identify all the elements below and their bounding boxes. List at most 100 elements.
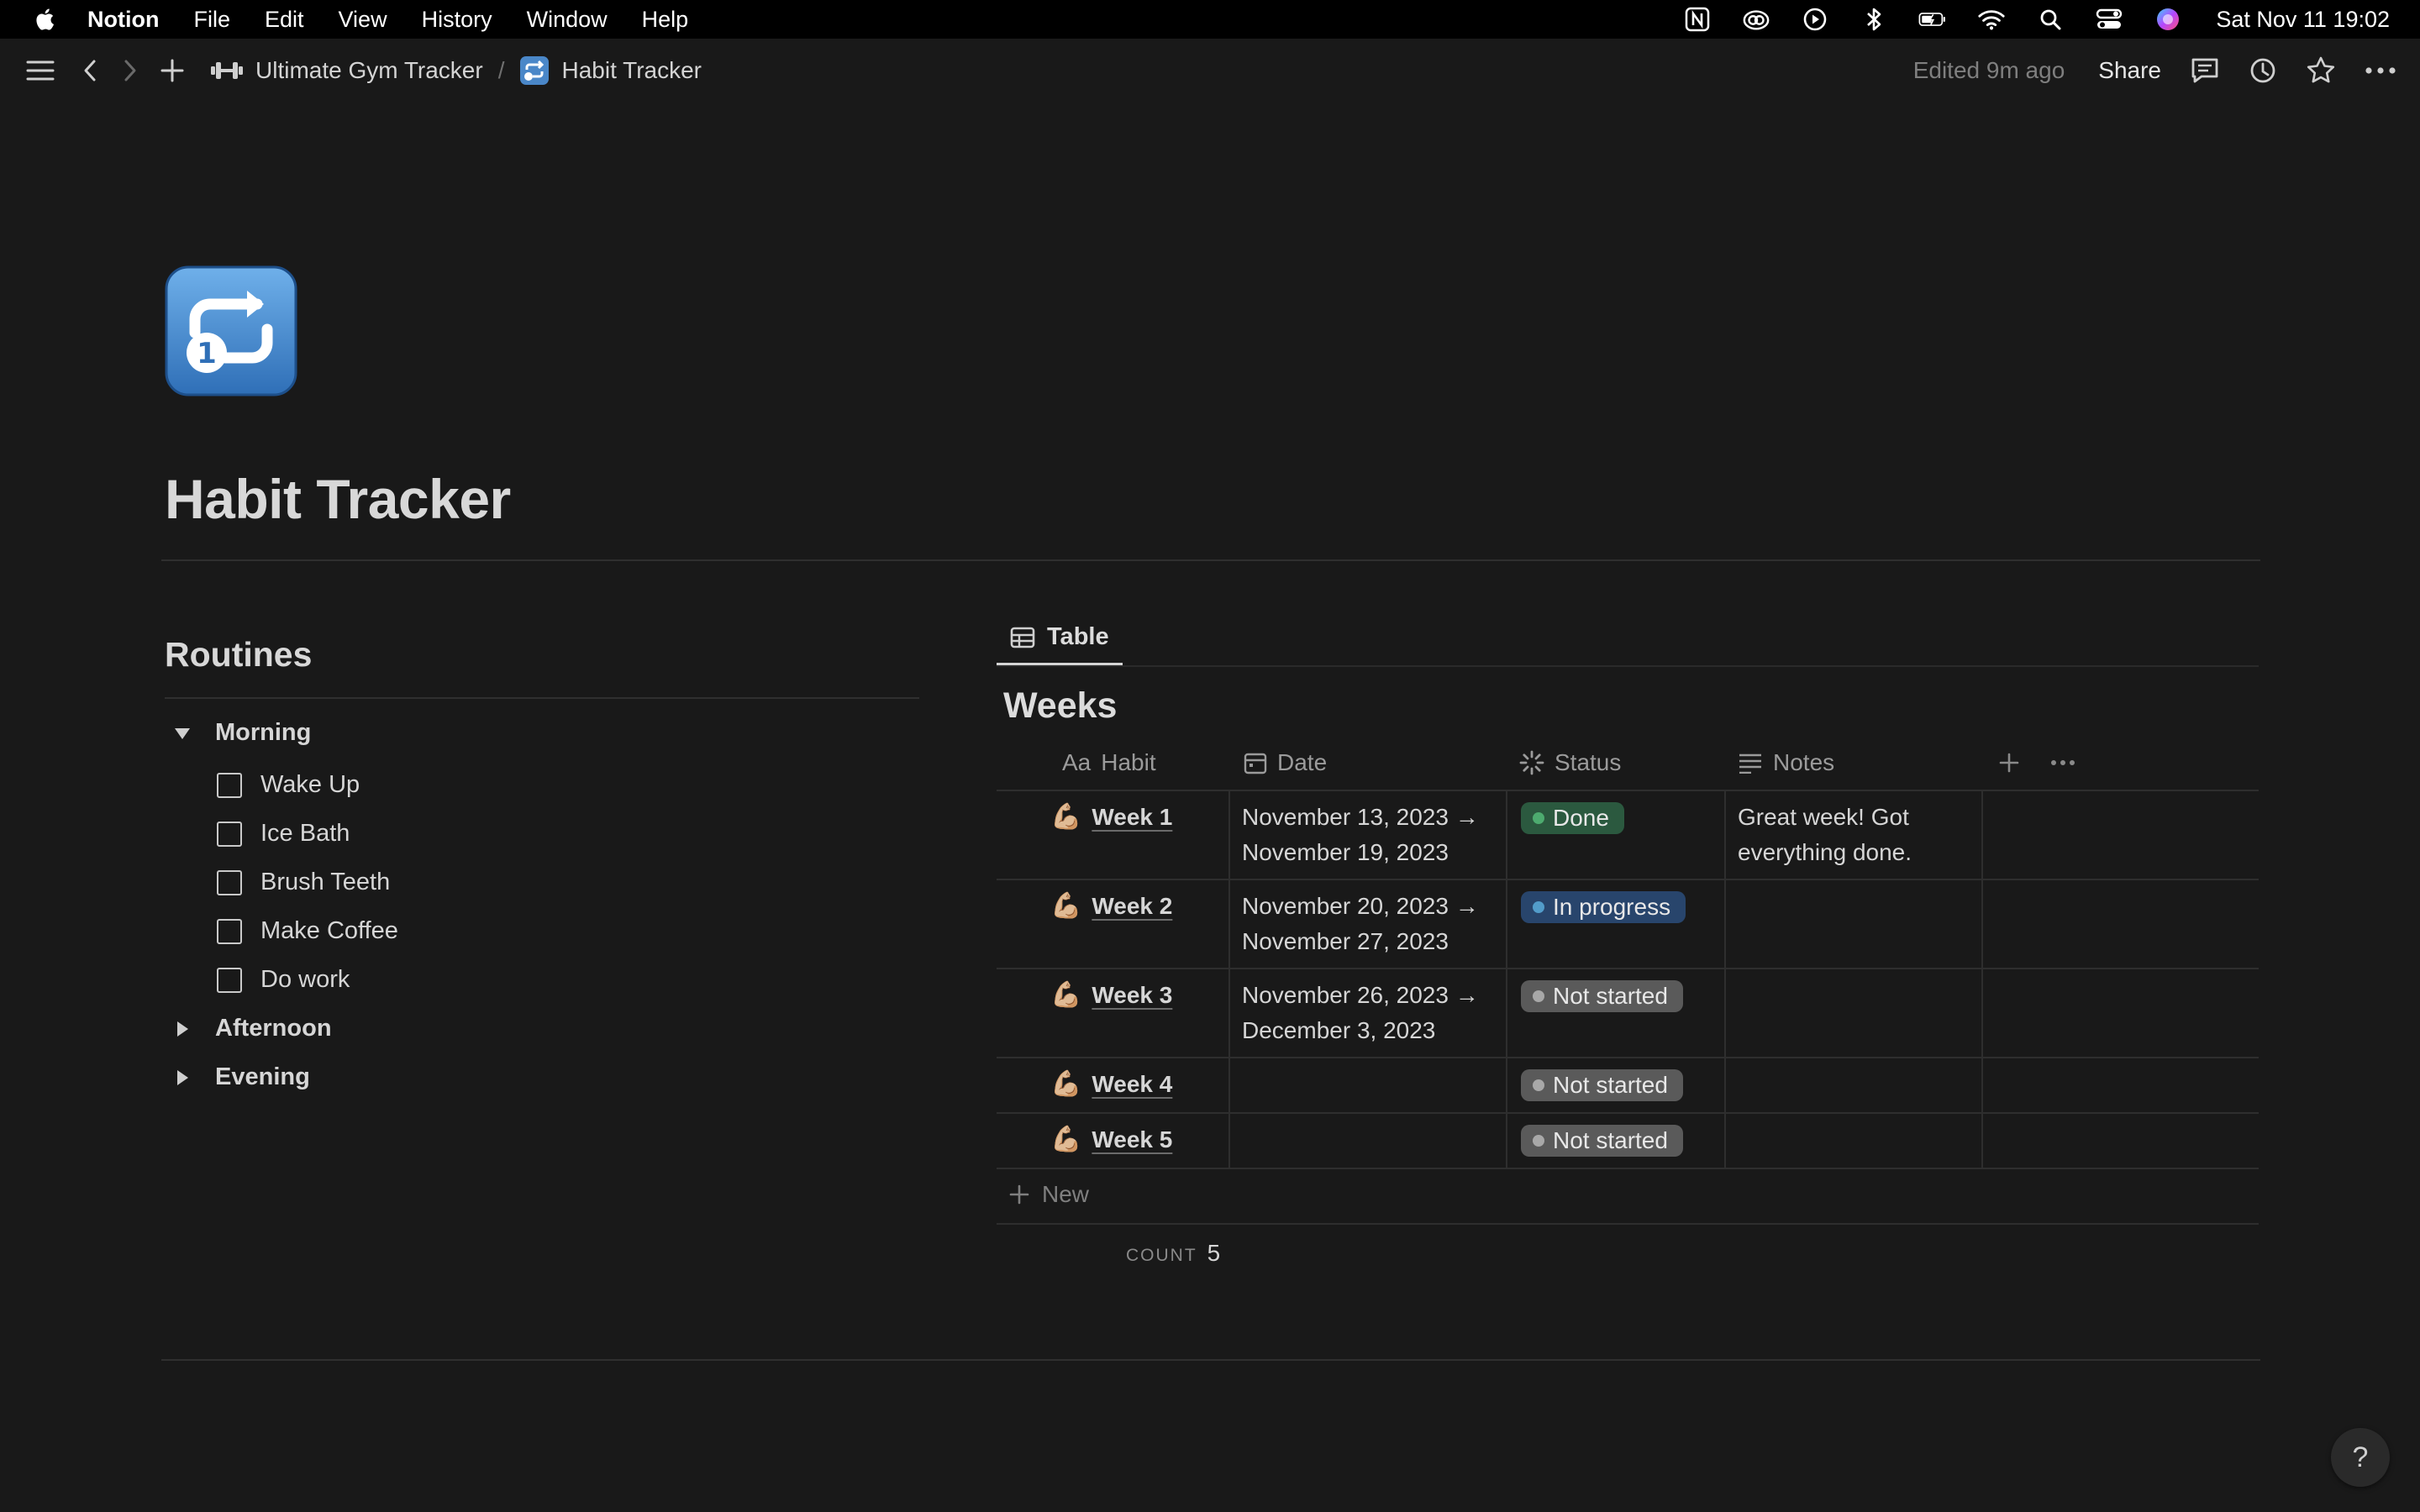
todo-item[interactable]: Make Coffee xyxy=(217,917,398,945)
wifi-icon[interactable] xyxy=(1977,5,2006,34)
date-cell[interactable]: November 13, 2023 → November 19, 2023 xyxy=(1242,800,1479,870)
creative-cloud-icon[interactable] xyxy=(1742,5,1770,34)
menu-window[interactable]: Window xyxy=(527,7,608,33)
triangle-down-icon[interactable] xyxy=(170,721,195,746)
row-divider xyxy=(997,1057,2259,1058)
favorite-star-icon[interactable] xyxy=(2306,55,2336,86)
checkbox[interactable] xyxy=(217,967,242,993)
database-title[interactable]: Weeks xyxy=(1003,685,1117,727)
help-button[interactable]: ? xyxy=(2331,1428,2390,1487)
calculation-count[interactable]: COUNT 5 xyxy=(1126,1240,1220,1267)
flexed-biceps-icon: 💪🏼 xyxy=(1050,892,1082,920)
toggle-evening[interactable]: Evening xyxy=(170,1063,310,1091)
column-header-notes[interactable]: Notes xyxy=(1738,746,1834,780)
more-horizontal-icon xyxy=(2050,759,2075,766)
date-start: November 13, 2023 → xyxy=(1242,804,1479,830)
title-property-prefix: Aa xyxy=(1062,749,1092,775)
menu-view[interactable]: View xyxy=(339,7,387,33)
todo-item-label: Make Coffee xyxy=(260,917,398,944)
triangle-right-icon[interactable] xyxy=(170,1065,195,1090)
breadcrumb-parent[interactable]: Ultimate Gym Tracker xyxy=(255,57,483,84)
menu-bar-clock[interactable]: Sat Nov 11 19:02 xyxy=(2216,7,2390,33)
toggle-afternoon[interactable]: Afternoon xyxy=(170,1015,332,1042)
todo-item[interactable]: Wake Up xyxy=(217,771,360,799)
forward-arrow-icon[interactable] xyxy=(121,58,139,83)
table-row-week-5-title[interactable]: 💪🏼 Week 5 xyxy=(1050,1122,1172,1158)
row-divider xyxy=(997,1168,2259,1169)
table-row-week-2-title[interactable]: 💪🏼 Week 2 xyxy=(1050,889,1172,924)
column-header-habit[interactable]: Aa Habit xyxy=(1062,746,1156,780)
table-row-week-3-title[interactable]: 💪🏼 Week 3 xyxy=(1050,978,1172,1013)
status-dot xyxy=(1533,1079,1544,1091)
column-divider xyxy=(1506,790,1507,1168)
add-property-button[interactable] xyxy=(1998,746,2030,780)
battery-icon[interactable] xyxy=(1918,5,1947,34)
status-badge-not-started[interactable]: Not started xyxy=(1521,1125,1683,1157)
row-title[interactable]: Week 1 xyxy=(1092,800,1172,835)
checkbox[interactable] xyxy=(217,772,242,798)
menu-history[interactable]: History xyxy=(422,7,492,33)
control-center-icon[interactable] xyxy=(2095,5,2123,34)
table-row-week-1-title[interactable]: 💪🏼 Week 1 xyxy=(1050,800,1172,835)
column-header-date[interactable]: Date xyxy=(1244,746,1327,780)
back-arrow-icon[interactable] xyxy=(81,58,99,83)
comments-icon[interactable] xyxy=(2190,56,2220,85)
status-badge-not-started[interactable]: Not started xyxy=(1521,1069,1683,1101)
status-badge-not-started[interactable]: Not started xyxy=(1521,980,1683,1012)
play-circle-icon[interactable] xyxy=(1801,5,1829,34)
menu-edit[interactable]: Edit xyxy=(265,7,304,33)
new-page-plus-icon[interactable] xyxy=(160,58,185,83)
title-divider xyxy=(161,559,2260,561)
breadcrumb: Ultimate Gym Tracker / Habit Tracker xyxy=(210,55,702,86)
tab-table-view[interactable]: Table xyxy=(997,612,1123,665)
menu-help[interactable]: Help xyxy=(642,7,689,33)
toggle-afternoon-label: Afternoon xyxy=(215,1015,332,1042)
notes-line: everything done. xyxy=(1738,839,1912,865)
row-title[interactable]: Week 2 xyxy=(1092,889,1172,924)
status-loader-icon xyxy=(1519,750,1544,775)
notes-cell[interactable]: Great week! Got everything done. xyxy=(1738,800,1912,870)
column-header-status-label: Status xyxy=(1555,749,1622,775)
count-label: COUNT xyxy=(1126,1246,1197,1265)
menu-app-name[interactable]: Notion xyxy=(87,7,159,33)
status-badge-done[interactable]: Done xyxy=(1521,802,1624,834)
row-title[interactable]: Week 3 xyxy=(1092,978,1172,1013)
bluetooth-icon[interactable] xyxy=(1860,5,1888,34)
spotlight-search-icon[interactable] xyxy=(2036,5,2065,34)
table-row-week-4-title[interactable]: 💪🏼 Week 4 xyxy=(1050,1067,1172,1102)
todo-item[interactable]: Ice Bath xyxy=(217,820,350,848)
share-button[interactable]: Share xyxy=(2098,57,2161,84)
date-cell[interactable]: November 26, 2023 → December 3, 2023 xyxy=(1242,978,1479,1048)
checkbox[interactable] xyxy=(217,918,242,944)
todo-item-label: Brush Teeth xyxy=(260,869,391,895)
triangle-right-icon[interactable] xyxy=(170,1016,195,1042)
todo-item[interactable]: Brush Teeth xyxy=(217,869,390,896)
breadcrumb-current[interactable]: Habit Tracker xyxy=(561,57,702,84)
flexed-biceps-icon: 💪🏼 xyxy=(1050,803,1082,831)
status-badge-in-progress[interactable]: In progress xyxy=(1521,891,1686,923)
table-header-divider xyxy=(997,790,2259,791)
siri-icon[interactable] xyxy=(2154,5,2182,34)
notion-tray-icon[interactable] xyxy=(1683,5,1712,34)
column-header-date-label: Date xyxy=(1277,749,1328,775)
menu-file[interactable]: File xyxy=(193,7,230,33)
view-options-button[interactable] xyxy=(2050,746,2086,780)
sidebar-menu-icon[interactable] xyxy=(25,58,55,83)
row-title[interactable]: Week 4 xyxy=(1092,1067,1172,1102)
row-title[interactable]: Week 5 xyxy=(1092,1122,1172,1158)
page-title[interactable]: Habit Tracker xyxy=(165,467,511,531)
todo-item[interactable]: Do work xyxy=(217,966,350,994)
page-icon-repeat-one[interactable]: 1 xyxy=(165,265,297,396)
toggle-morning[interactable]: Morning xyxy=(170,719,311,747)
date-cell[interactable]: November 20, 2023 → November 27, 2023 xyxy=(1242,889,1479,959)
table-footer-divider xyxy=(997,1223,2259,1225)
checkbox[interactable] xyxy=(217,869,242,895)
checkbox[interactable] xyxy=(217,821,242,847)
column-header-status[interactable]: Status xyxy=(1519,746,1621,780)
dumbbell-icon xyxy=(210,60,244,81)
add-new-row-button[interactable]: New xyxy=(1008,1181,1089,1208)
more-options-icon[interactable] xyxy=(2365,66,2396,75)
routines-heading[interactable]: Routines xyxy=(165,635,312,675)
history-clock-icon[interactable] xyxy=(2249,56,2277,85)
apple-logo-icon[interactable] xyxy=(34,7,59,32)
